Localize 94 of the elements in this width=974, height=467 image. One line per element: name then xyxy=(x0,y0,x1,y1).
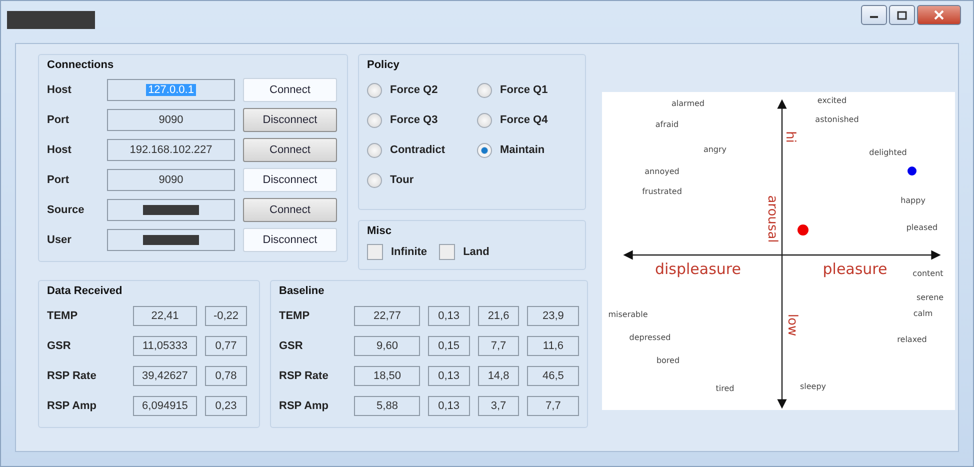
emotion-word: relaxed xyxy=(897,335,927,344)
maximize-button[interactable] xyxy=(889,5,915,25)
metric-label: GSR xyxy=(279,340,304,352)
radio-option[interactable]: Contradict xyxy=(367,139,477,161)
connect-button[interactable]: Disconnect xyxy=(243,228,337,252)
value-field: 0,13 xyxy=(428,396,470,416)
group-title: Baseline xyxy=(279,285,326,297)
close-button[interactable] xyxy=(917,5,961,25)
emotion-word: miserable xyxy=(608,310,648,320)
connect-button[interactable]: Connect xyxy=(243,78,337,102)
value-field: 7,7 xyxy=(478,336,520,356)
value-field: 0,13 xyxy=(428,306,470,326)
emotion-word: bored xyxy=(656,356,680,366)
emotion-word: delighted xyxy=(869,148,907,158)
axis-label: displeasure xyxy=(655,260,741,278)
group-title: Data Received xyxy=(47,285,124,297)
emotion-word: astonished xyxy=(815,115,859,124)
field-label: Host xyxy=(47,84,72,96)
emotion-word: serene xyxy=(916,293,944,302)
value-field: 0,15 xyxy=(428,336,470,356)
emotion-word: afraid xyxy=(655,120,679,130)
emotion-word: depressed xyxy=(629,333,671,342)
group-title: Misc xyxy=(367,225,392,237)
checkbox-option[interactable]: Land xyxy=(439,241,490,263)
field-label: Source xyxy=(47,204,86,216)
connect-button[interactable]: Disconnect xyxy=(243,108,337,132)
emotion-word: content xyxy=(912,269,944,278)
value-field: 9,60 xyxy=(354,336,420,356)
field-label: Port xyxy=(47,174,70,186)
input-field[interactable]: 9090 xyxy=(107,109,235,131)
input-field[interactable]: 9090 xyxy=(107,169,235,191)
emotion-word: frustrated xyxy=(642,187,682,196)
input-field[interactable] xyxy=(107,229,235,251)
value-field: 5,88 xyxy=(354,396,420,416)
redacted-value xyxy=(143,205,199,215)
emotion-word: tired xyxy=(716,384,734,394)
emotion-word: excited xyxy=(817,96,847,106)
field-label: User xyxy=(47,234,72,246)
radio-option[interactable]: Force Q2 xyxy=(367,79,477,101)
emotion-word: alarmed xyxy=(672,99,704,108)
input-field[interactable] xyxy=(107,199,235,221)
value-field: 7,7 xyxy=(527,396,579,416)
metric-label: TEMP xyxy=(279,310,311,322)
metric-label: GSR xyxy=(47,340,72,352)
value-field: -0,22 xyxy=(205,306,247,326)
field-label: Port xyxy=(47,114,70,126)
value-field: 11,6 xyxy=(527,336,579,356)
emotion-word: pleased xyxy=(906,223,938,232)
axis-label: arousal xyxy=(764,195,780,243)
value-field: 11,05333 xyxy=(133,336,197,356)
radio-option[interactable]: Force Q3 xyxy=(367,109,477,131)
minimize-button[interactable] xyxy=(861,5,887,25)
emotion-word: sleepy xyxy=(800,382,826,392)
axis-label: low xyxy=(784,314,800,336)
value-field: 0,78 xyxy=(205,366,247,386)
metric-label: RSP Amp xyxy=(47,400,98,412)
emotion-word: happy xyxy=(900,196,926,206)
radio-option[interactable]: Force Q4 xyxy=(477,109,587,131)
input-field[interactable]: 192.168.102.227 xyxy=(107,139,235,161)
connect-button[interactable]: Disconnect xyxy=(243,168,337,192)
maximize-icon xyxy=(897,10,907,20)
emotion-word: angry xyxy=(703,145,727,154)
connect-button[interactable]: Connect xyxy=(243,198,337,222)
value-field: 22,77 xyxy=(354,306,420,326)
value-field: 23,9 xyxy=(527,306,579,326)
metric-label: TEMP xyxy=(47,310,79,322)
emotion-word: annoyed xyxy=(644,167,680,176)
value-field: 14,8 xyxy=(478,366,520,386)
value-field: 0,23 xyxy=(205,396,247,416)
value-field: 39,42627 xyxy=(133,366,197,386)
redacted-value xyxy=(143,235,199,245)
metric-label: RSP Amp xyxy=(279,400,330,412)
axis-label: pleasure xyxy=(822,260,888,278)
value-field: 18,50 xyxy=(354,366,420,386)
value-field: 22,41 xyxy=(133,306,197,326)
metric-label: RSP Rate xyxy=(279,370,330,382)
metric-label: RSP Rate xyxy=(47,370,98,382)
connect-button[interactable]: Connect xyxy=(243,138,337,162)
radio-option[interactable]: Force Q1 xyxy=(477,79,587,101)
value-field: 21,6 xyxy=(478,306,520,326)
value-field: 3,7 xyxy=(478,396,520,416)
field-label: Host xyxy=(47,144,72,156)
group-title: Policy xyxy=(367,59,400,71)
radio-option[interactable]: Tour xyxy=(367,169,477,191)
axis-label: hi xyxy=(782,131,798,143)
emotion-word: calm xyxy=(913,309,933,318)
group-title: Connections xyxy=(47,59,115,71)
close-icon xyxy=(934,10,944,20)
radio-option[interactable]: Maintain xyxy=(477,139,587,161)
value-field: 46,5 xyxy=(527,366,579,386)
value-field: 0,13 xyxy=(428,366,470,386)
checkbox-option[interactable]: Infinite xyxy=(367,241,428,263)
value-field: 0,77 xyxy=(205,336,247,356)
value-field: 6,094915 xyxy=(133,396,197,416)
